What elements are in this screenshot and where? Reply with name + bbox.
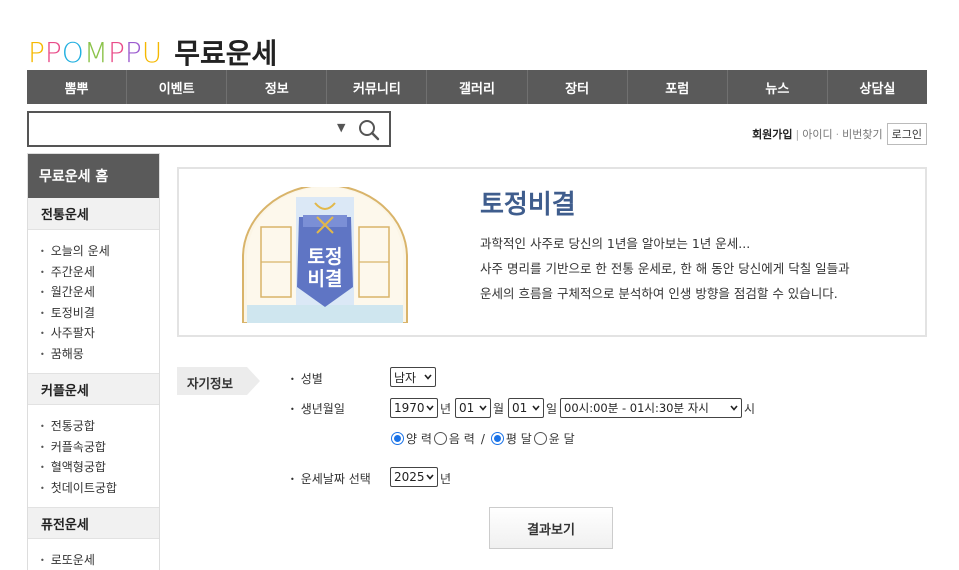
separator: | [795, 127, 800, 141]
sidebar-item[interactable]: 전통궁합 [40, 416, 159, 437]
info-desc-line: 과학적인 사주로 당신의 1년을 알아보는 1년 운세... [480, 236, 751, 251]
day-unit: 일 [546, 402, 558, 416]
logo-letter: P [44, 35, 62, 69]
sidebar-item[interactable]: 오늘의 운세 [40, 241, 159, 262]
solar-label[interactable]: 양 력 [406, 430, 432, 447]
time-unit: 시 [744, 402, 756, 416]
sidebar-item[interactable]: 토정비결 [40, 303, 159, 324]
nav-item[interactable]: 뽐뿌 [27, 70, 128, 104]
birth-label: 생년월일 [290, 400, 345, 417]
tojeong-info-box: 토정 비결 토정비결 과학적인 사주로 당신의 1년을 알아보는 1년 운세..… [177, 167, 927, 337]
separator: · [835, 127, 840, 141]
info-desc-line: 운세의 흐름을 구체적으로 분석하여 인생 방향을 점검할 수 있습니다. [480, 286, 838, 301]
search-input[interactable] [29, 113, 329, 145]
normal-month-radio[interactable] [490, 432, 504, 445]
nav-item[interactable]: 커뮤니티 [327, 70, 428, 104]
birth-day-value: 01 [512, 401, 528, 415]
sidebar-item[interactable]: 첫데이트궁합 [40, 478, 159, 499]
birth-time-select[interactable]: 00시:00분 - 01시:30분 자시 [560, 398, 742, 418]
target-year-unit: 년 [440, 472, 452, 486]
nav-item[interactable]: 장터 [528, 70, 628, 104]
lunar-label[interactable]: 음 력 [449, 430, 475, 447]
chevron-down-icon [730, 405, 738, 411]
search-box: ▼ [27, 111, 391, 147]
logo-letter: P [28, 35, 45, 69]
login-button[interactable]: 로그인 [886, 123, 927, 145]
badge-text-line1: 토정 [308, 246, 343, 268]
sidebar-list: 오늘의 운세주간운세월간운세토정비결사주팔자꿈해몽 [28, 230, 159, 373]
chevron-down-icon [426, 405, 434, 411]
sidebar: 무료운세 홈 전통운세오늘의 운세주간운세월간운세토정비결사주팔자꿈해몽커플운세… [27, 153, 160, 570]
sidebar-item[interactable]: 혈액형궁합 [40, 457, 159, 478]
sidebar-list: 로또운세 [28, 539, 159, 570]
sidebar-item[interactable]: 로또운세 [40, 550, 159, 570]
nav-item[interactable]: 포럼 [628, 70, 728, 104]
solar-radio[interactable] [391, 432, 404, 445]
logo-letter: P [124, 35, 142, 69]
sidebar-item[interactable]: 사주팔자 [40, 323, 159, 344]
find-password-link[interactable]: 비번찾기 [842, 126, 882, 142]
search-dropdown-arrow[interactable]: ▼ [337, 121, 345, 134]
lunar-radio[interactable] [433, 432, 447, 445]
chevron-down-icon [424, 374, 432, 380]
birth-day-select[interactable]: 01 [508, 398, 544, 418]
gender-value: 남자 [394, 370, 417, 385]
logo-letter: U [141, 35, 163, 69]
chevron-down-icon [426, 474, 434, 480]
calendar-options: 양 력 음 력 / 평 달 윤 달 [391, 430, 577, 447]
sidebar-category[interactable]: 퓨전운세 [28, 507, 159, 539]
chevron-down-icon [479, 405, 487, 411]
birth-time-value: 00시:00분 - 01시:30분 자시 [564, 401, 709, 415]
member-links: 회원가입 | 아이디 · 비번찾기 로그인 [752, 123, 927, 145]
birth-year-select[interactable]: 1970 [390, 398, 438, 418]
separator: / [480, 431, 485, 446]
join-link[interactable]: 회원가입 [752, 126, 792, 142]
leap-month-label[interactable]: 윤 달 [549, 430, 575, 447]
logo-letter: M [83, 35, 108, 69]
result-button[interactable]: 결과보기 [489, 507, 613, 549]
form-section-label: 자기정보 [177, 367, 260, 395]
page-title: 무료운세 [174, 37, 278, 70]
info-desc-line: 사주 명리를 기반으로 한 전통 운세로, 한 해 동안 당신에게 닥칠 일들과 [480, 261, 850, 276]
leap-month-radio[interactable] [533, 432, 547, 445]
sidebar-list: 전통궁합커플속궁합혈액형궁합첫데이트궁합 [28, 405, 159, 507]
normal-month-label[interactable]: 평 달 [506, 430, 532, 447]
birth-month-select[interactable]: 01 [455, 398, 491, 418]
gender-label: 성별 [290, 370, 323, 387]
badge-text-line2: 비결 [308, 268, 343, 290]
info-description: 과학적인 사주로 당신의 1년을 알아보는 1년 운세... 사주 명리를 기반… [480, 231, 920, 306]
info-title: 토정비결 [480, 190, 576, 220]
search-icon[interactable] [357, 118, 381, 142]
nav-item[interactable]: 갤러리 [427, 70, 528, 104]
find-id-link[interactable]: 아이디 [802, 126, 832, 142]
logo-letter: P [108, 35, 125, 69]
form-section-label-text: 자기정보 [187, 376, 234, 391]
sidebar-item[interactable]: 주간운세 [40, 262, 159, 283]
target-year-value: 2025 [394, 470, 425, 484]
birth-year-value: 1970 [394, 401, 425, 415]
nav-item[interactable]: 상담실 [828, 70, 927, 104]
chevron-down-icon [532, 405, 540, 411]
nav-item[interactable]: 뉴스 [728, 70, 828, 104]
birth-month-value: 01 [459, 401, 475, 415]
year-unit: 년 [440, 402, 452, 416]
sidebar-home[interactable]: 무료운세 홈 [28, 154, 159, 198]
site-logo[interactable]: PPOMPPU 무료운세 [28, 32, 277, 72]
sidebar-item[interactable]: 커플속궁합 [40, 437, 159, 458]
gender-select[interactable]: 남자 [390, 367, 436, 387]
logo-letter: O [61, 35, 84, 69]
tojeong-illustration: 토정 비결 [242, 187, 408, 323]
sidebar-item[interactable]: 꿈해몽 [40, 344, 159, 365]
ppomppu-logo[interactable]: PPOMPPU [28, 36, 162, 69]
month-unit: 월 [493, 402, 505, 416]
nav-item[interactable]: 이벤트 [127, 70, 228, 104]
sidebar-item[interactable]: 월간운세 [40, 282, 159, 303]
target-year-select[interactable]: 2025 [390, 467, 438, 487]
nav-item[interactable]: 정보 [227, 70, 328, 104]
sidebar-category[interactable]: 전통운세 [28, 198, 159, 230]
sidebar-category[interactable]: 커플운세 [28, 373, 159, 405]
target-date-label: 운세날짜 선택 [290, 470, 371, 487]
main-nav: 뽐뿌 이벤트 정보 커뮤니티 갤러리 장터 포럼 뉴스 상담실 [27, 70, 927, 104]
